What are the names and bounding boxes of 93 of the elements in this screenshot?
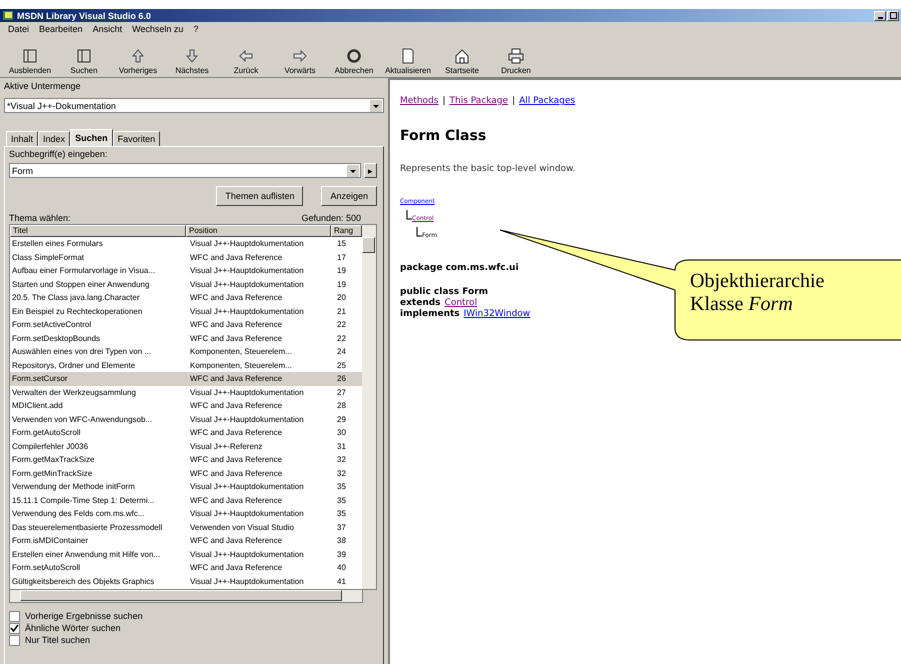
pane-icon — [21, 48, 39, 64]
forward-arrow-icon — [291, 48, 309, 64]
result-row[interactable]: Form.setDesktopBounds WFC and Java Reference 22 — [10, 332, 362, 345]
down-arrow-icon — [183, 48, 201, 64]
callout-text: Objekthierarchie Klasse Form — [690, 270, 824, 316]
toolbar-button[interactable]: Drucken — [490, 39, 542, 77]
result-row[interactable]: Form.isMDIContainer WFC and Java Reference 38 — [10, 534, 362, 548]
search-field[interactable]: Form — [9, 163, 361, 178]
nav-link[interactable]: Methods — [400, 96, 438, 106]
result-row[interactable]: Class SimpleFormat WFC and Java Reference 17 — [10, 250, 362, 264]
type-link[interactable]: Control — [444, 298, 478, 308]
scrollbar[interactable] — [9, 590, 363, 603]
toolbar-button[interactable]: Vorwärts — [274, 39, 326, 77]
result-row[interactable]: Form.setCursor WFC and Java Reference 26 — [10, 372, 362, 386]
result-row[interactable]: Form.getAutoScroll WFC and Java Reference 30 — [10, 426, 362, 440]
results-label: Thema wählen: — [9, 212, 71, 224]
checkbox-label: Vorherige Ergebnisse suchen — [25, 611, 143, 622]
toolbar-button[interactable]: Vorheriges — [112, 39, 164, 77]
pane-icon — [75, 48, 93, 64]
book-icon — [2, 10, 14, 21]
column-header[interactable]: Rang — [331, 225, 362, 237]
declaration-text: implements — [400, 309, 460, 319]
up-arrow-icon — [129, 48, 147, 64]
menu-item[interactable]: Ansicht — [92, 24, 122, 34]
toolbar-button[interactable]: Startseite — [436, 39, 488, 77]
column-header[interactable]: Position — [186, 225, 331, 237]
declaration-text: extends — [400, 298, 441, 308]
menu-item[interactable]: ? — [193, 24, 198, 34]
scrollbar[interactable] — [362, 225, 376, 589]
separator: | — [442, 96, 446, 106]
result-row[interactable]: Repositorys, Ordner und Elemente Komponenten, Steuerelem... 25 — [10, 358, 362, 372]
checkbox[interactable] — [9, 611, 20, 622]
result-row[interactable]: Form.getMinTrackSize WFC and Java Reference 32 — [10, 466, 362, 480]
subset-dropdown[interactable]: *Visual J++-Dokumentation — [4, 98, 384, 113]
tab[interactable]: Favoriten — [112, 131, 160, 146]
toolbar-button[interactable]: Abbrechen — [328, 39, 380, 77]
result-row[interactable]: 15.11.1 Compile-Time Step 1: Determi... WFC and Java Reference 35 — [10, 494, 362, 507]
minimize-button[interactable] — [874, 10, 886, 20]
tab[interactable]: Inhalt — [6, 131, 38, 146]
toolbar-button[interactable]: Suchen — [58, 39, 110, 77]
type-link[interactable]: IWin32Window — [464, 309, 530, 319]
result-row[interactable]: Erstellen eines Formulars Visual J++-Hauptdokumentation 15 — [10, 237, 362, 250]
checkbox-label: Ähnliche Wörter suchen — [25, 623, 121, 634]
result-row[interactable]: Verwenden von WFC-Anwendungsob... Visual J++-Hauptdokumentation 29 — [10, 412, 362, 426]
toolbar-button[interactable]: Ausblenden — [4, 39, 56, 77]
window-title: MSDN Library Visual Studio 6.0 — [17, 10, 151, 20]
checkbox[interactable] — [9, 623, 20, 634]
column-header[interactable]: Titel — [10, 225, 186, 237]
push-button[interactable]: Themen auflisten — [216, 186, 304, 206]
checkbox[interactable] — [9, 635, 20, 646]
result-row[interactable]: Ein Beispiel zu Rechteckoperationen Visual J++-Hauptdokumentation 21 — [10, 304, 362, 318]
maximize-icon — [890, 12, 896, 19]
result-row[interactable]: Form.setActiveControl WFC and Java Reference 22 — [10, 318, 362, 332]
results-count: Gefunden: 500 — [301, 212, 361, 224]
maximize-button[interactable] — [887, 10, 899, 20]
checkbox-label: Nur Titel suchen — [25, 635, 90, 646]
subset-label: Aktive Untermenge — [4, 80, 82, 92]
result-row[interactable]: Starten und Stoppen einer Anwendung Visual J++-Hauptdokumentation 19 — [10, 278, 362, 291]
result-row[interactable]: Form.setAutoScroll WFC and Java Reference 40 — [10, 561, 362, 574]
result-row[interactable]: MDIClient.add WFC and Java Reference 28 — [10, 399, 362, 412]
stop-icon — [345, 48, 363, 64]
home-icon — [453, 48, 471, 64]
printer-icon — [507, 48, 525, 64]
page-heading: Form Class — [400, 128, 488, 144]
result-row[interactable]: Verwendung der Methode initForm Visual J++-Hauptdokumentation 35 — [10, 480, 362, 494]
separator: | — [512, 96, 516, 106]
menu-item[interactable]: Bearbeiten — [39, 24, 83, 34]
result-row[interactable]: Erstellen einer Anwendung mit Hilfe von... Visual J++-Hauptdokumentation 39 — [10, 548, 362, 561]
result-row[interactable]: 20.5. The Class java.lang.Character WFC and Java Reference 20 — [10, 291, 362, 304]
result-row[interactable]: Compilerfehler J0036 Visual J++-Referenz 31 — [10, 440, 362, 453]
tab[interactable]: Index — [38, 131, 70, 146]
result-row[interactable]: Aufbau einer Formularvorlage in Visua... Visual J++-Hauptdokumentation 19 — [10, 264, 362, 278]
description-text: Represents the basic top-level window. — [400, 164, 576, 174]
operator-button[interactable]: ▸ — [364, 163, 377, 178]
menu-item[interactable]: Wechseln zu — [132, 24, 184, 34]
push-button[interactable]: Anzeigen — [321, 186, 377, 206]
back-arrow-icon — [237, 48, 255, 64]
nav-link[interactable]: This Package — [450, 96, 508, 106]
result-row[interactable]: Verwendung des Felds com.ms.wfc... Visual J++-Hauptdokumentation 35 — [10, 507, 362, 520]
toolbar-button[interactable]: Zurück — [220, 39, 272, 77]
menu-item[interactable]: Datei — [8, 24, 30, 34]
result-row[interactable]: Form.getMaxTrackSize WFC and Java Reference 32 — [10, 453, 362, 466]
search-label: Suchbegriff(e) eingeben: — [9, 148, 108, 160]
tab[interactable]: Suchen — [70, 129, 113, 146]
nav-link[interactable]: All Packages — [519, 96, 576, 106]
result-row[interactable]: Gültigkeitsbereich des Objekts Graphics Visual J++-Hauptdokumentation 41 — [10, 574, 362, 588]
result-row[interactable]: Verwalten der Werkzeugsammlung Visual J++-Hauptdokumentation 27 — [10, 386, 362, 399]
result-row[interactable]: Auswählen eines von drei Typen von ... Komponenten, Steuerelem... 24 — [10, 345, 362, 358]
toolbar-button[interactable]: Aktualisieren — [382, 39, 434, 77]
result-row[interactable]: Das steuerelementbasierte Prozessmodell Verwenden von Visual Studio 37 — [10, 520, 362, 534]
declaration-text: public class Form — [400, 287, 488, 297]
package-text: package com.ms.wfc.ui — [400, 263, 520, 273]
toolbar-button[interactable]: Nächstes — [166, 39, 218, 77]
